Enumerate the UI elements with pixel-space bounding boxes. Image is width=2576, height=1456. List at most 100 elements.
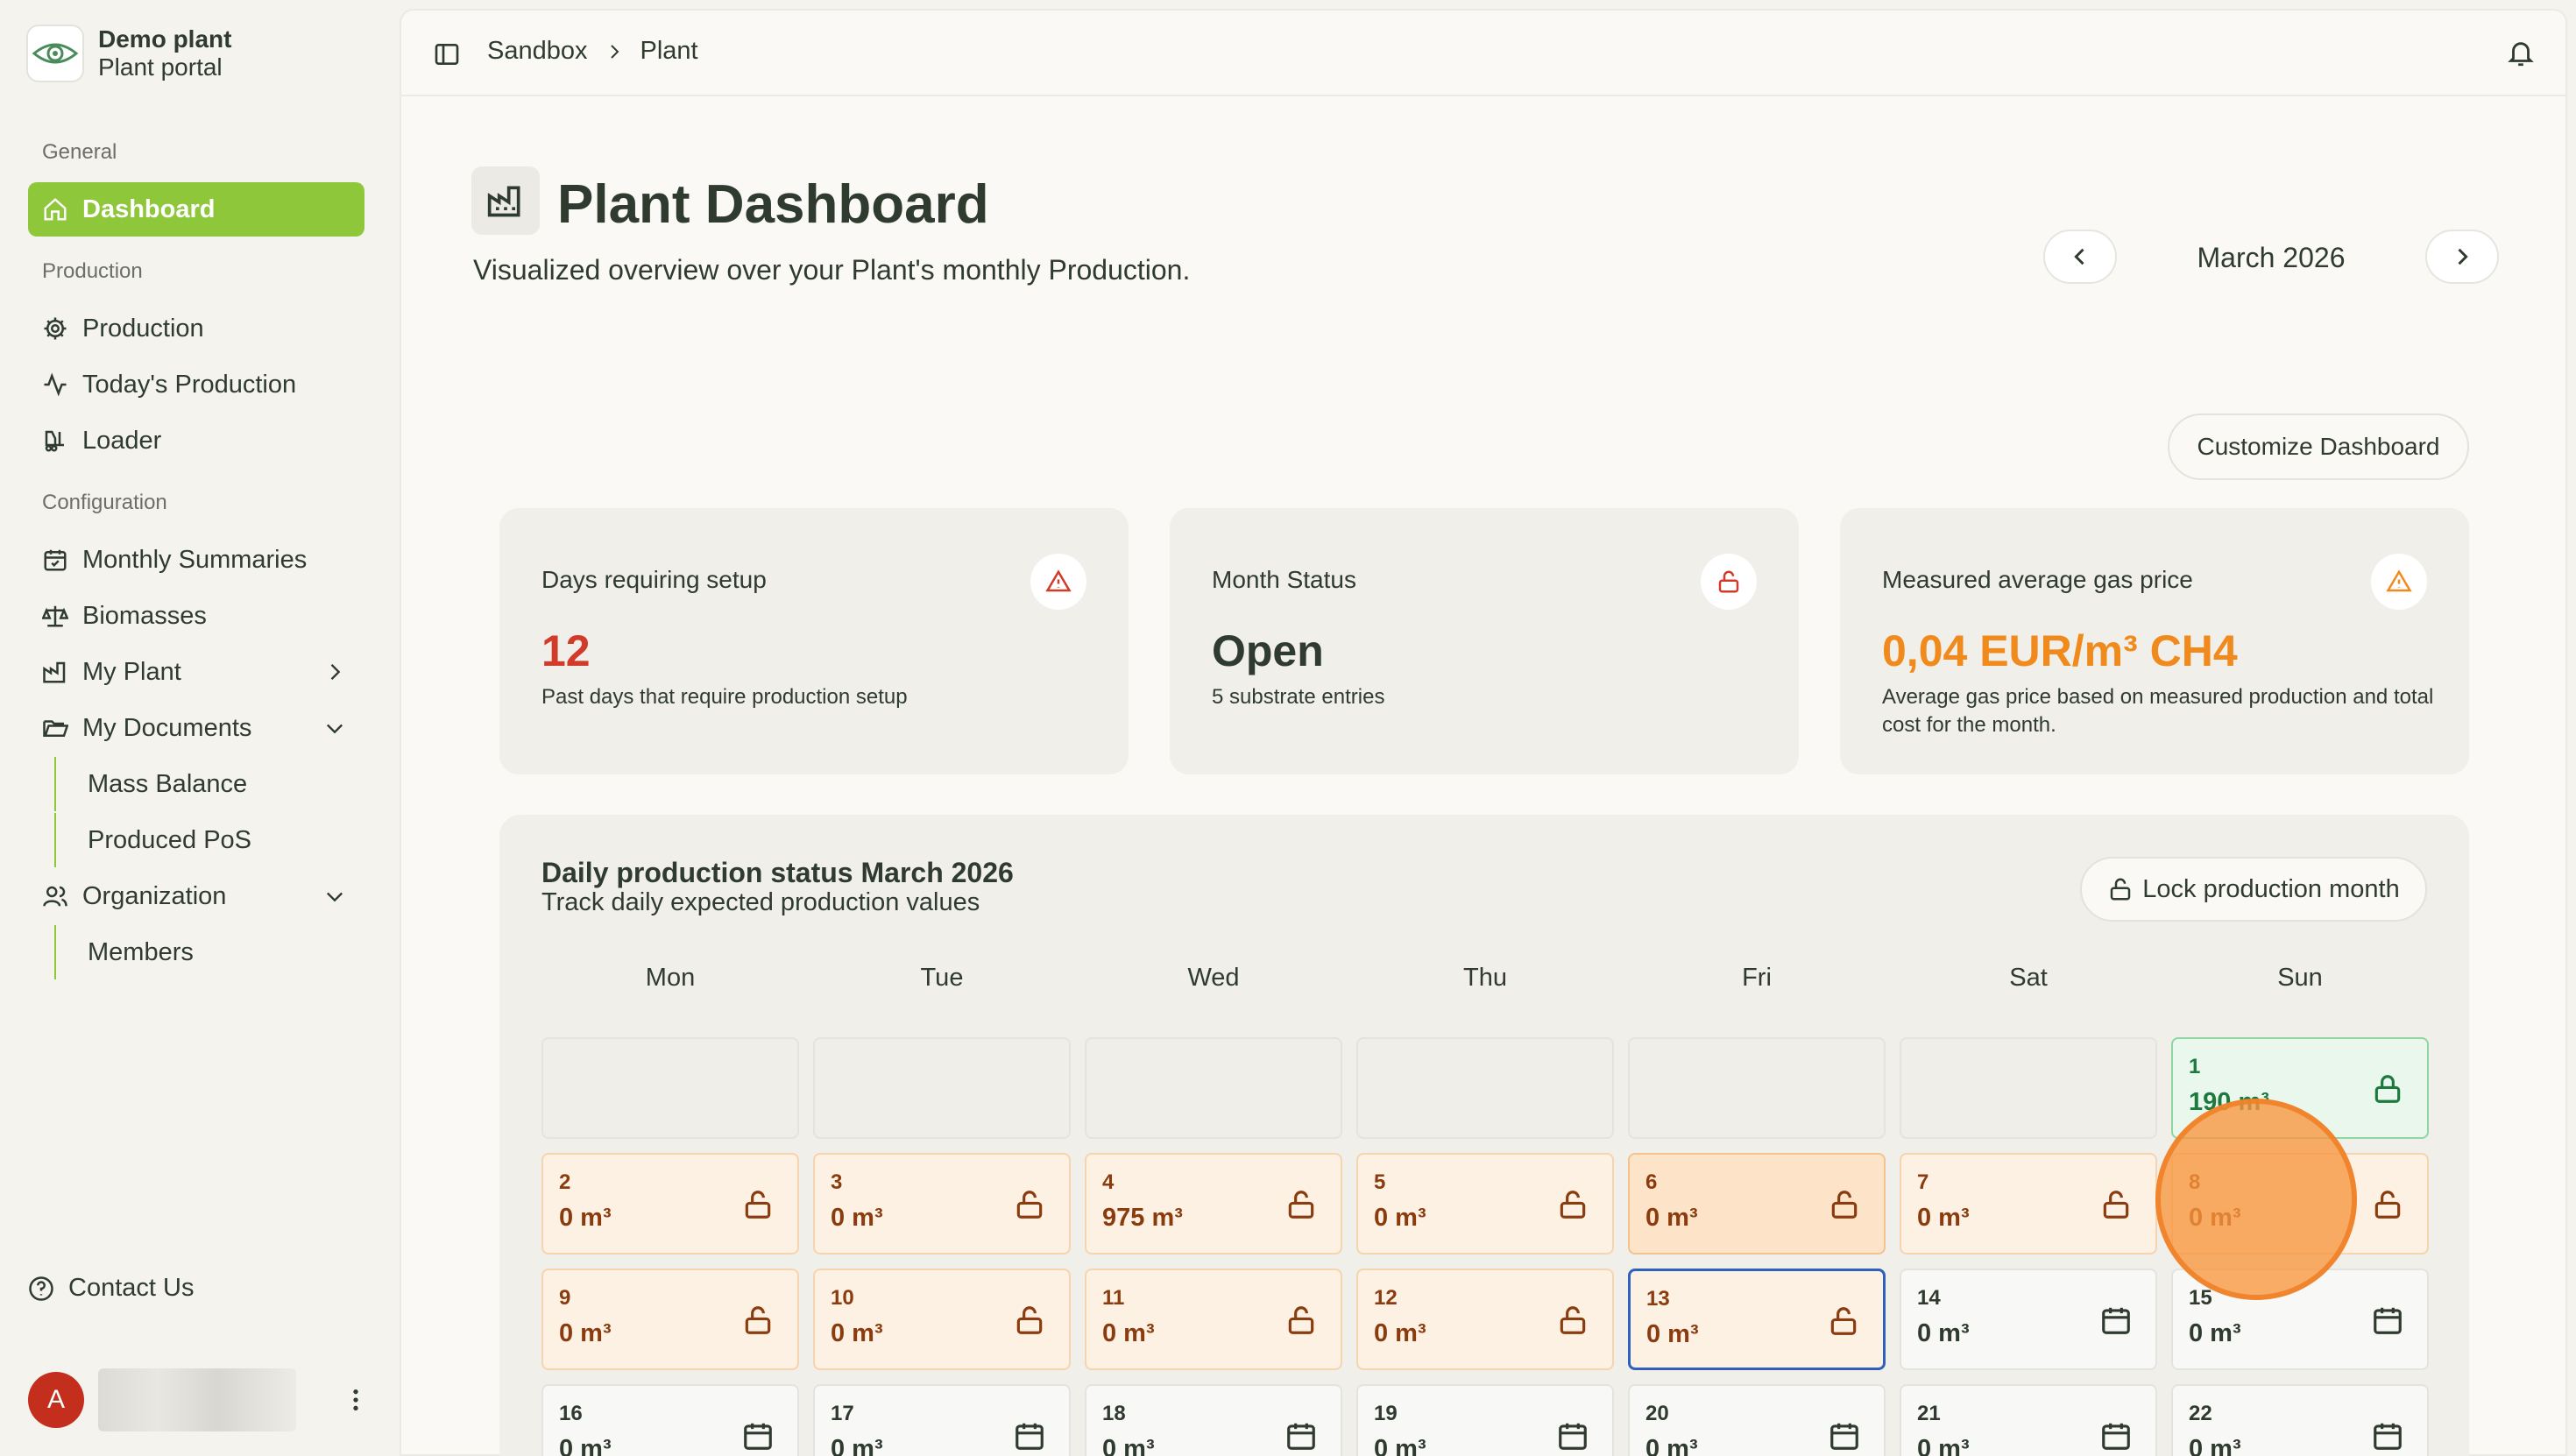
lock-icon[interactable] (2371, 1072, 2404, 1106)
day-number: 3 (831, 1170, 843, 1194)
unlock-icon[interactable] (1284, 1188, 1318, 1221)
card-title: Month Status (1212, 566, 1356, 593)
day-number: 4 (1102, 1170, 1115, 1194)
day-number: 1 (2189, 1055, 2201, 1078)
day-number: 19 (1374, 1402, 1398, 1425)
calendar-day-cell[interactable]: 18 0 m³ (1085, 1384, 1342, 1456)
unlock-icon[interactable] (2371, 1188, 2404, 1221)
calendar-day-cell[interactable]: 12 0 m³ (1356, 1269, 1614, 1370)
calendar-day-cell[interactable]: 11 0 m³ (1085, 1269, 1342, 1370)
sidebar-item-organization[interactable]: Organization (28, 869, 364, 923)
weekday-label: Sun (2277, 964, 2323, 992)
calendar-day-cell[interactable]: 9 0 m³ (541, 1269, 799, 1370)
contact-label: Contact Us (68, 1274, 195, 1302)
chevron-down-icon (327, 892, 343, 902)
brand-subtitle: Plant portal (98, 53, 223, 81)
lock-production-month-button[interactable]: Lock production month (2080, 857, 2427, 922)
unlock-icon[interactable] (1556, 1188, 1589, 1221)
alert-triangle-icon (1030, 554, 1086, 610)
sidebar-item-my-documents[interactable]: My Documents (28, 701, 364, 755)
card-description: 5 substrate entries (1212, 685, 1385, 709)
calendar-icon[interactable] (1013, 1419, 1046, 1452)
day-number: 16 (559, 1402, 583, 1425)
calendar-day-cell[interactable]: 1 190 m³ (2171, 1037, 2429, 1139)
unlock-icon[interactable] (1828, 1188, 1861, 1221)
calendar-day-cell[interactable]: 4 975 m³ (1085, 1153, 1342, 1255)
calendar-day-cell[interactable]: 6 0 m³ (1628, 1153, 1886, 1255)
calendar-day-cell[interactable]: 2 0 m³ (541, 1153, 799, 1255)
day-number: 5 (1374, 1170, 1386, 1194)
calendar-day-cell[interactable]: 20 0 m³ (1628, 1384, 1886, 1456)
calendar-day-cell[interactable]: 14 0 m³ (1900, 1269, 2157, 1370)
calendar-icon[interactable] (2099, 1304, 2133, 1337)
gear-icon (44, 317, 67, 340)
sidebar-item-biomasses[interactable]: Biomasses (28, 589, 364, 643)
sidebar-item-monthly-summaries[interactable]: Monthly Summaries (28, 533, 364, 587)
day-volume: 0 m³ (831, 1204, 883, 1232)
unlock-icon[interactable] (1556, 1304, 1589, 1337)
contact-us-link[interactable]: Contact Us (28, 1274, 194, 1303)
calendar-empty-cell (541, 1037, 799, 1139)
sidebar-item-members[interactable]: Members (54, 925, 364, 979)
prev-month-button[interactable] (2043, 230, 2117, 284)
weekday-label: Tue (920, 964, 964, 992)
calendar-day-cell[interactable]: 22 0 m³ (2171, 1384, 2429, 1456)
unlock-icon[interactable] (1827, 1304, 1860, 1338)
day-volume: 0 m³ (1374, 1204, 1426, 1232)
unlock-icon[interactable] (2099, 1188, 2133, 1221)
calendar-day-cell[interactable]: 5 0 m³ (1356, 1153, 1614, 1255)
calendar-icon[interactable] (1284, 1419, 1318, 1452)
calendar-day-cell[interactable]: 16 0 m³ (541, 1384, 799, 1456)
brand[interactable]: Demo plant Plant portal (26, 25, 231, 82)
calendar-day-cell[interactable]: 13 0 m³ (1628, 1269, 1886, 1370)
calendar-icon[interactable] (1828, 1419, 1861, 1452)
bell-icon[interactable] (2506, 39, 2536, 68)
sidebar-item-production[interactable]: Production (28, 301, 364, 356)
unlock-icon[interactable] (741, 1304, 775, 1337)
activity-icon (44, 372, 67, 397)
day-volume: 0 m³ (1374, 1435, 1426, 1456)
day-number: 20 (1645, 1402, 1669, 1425)
calendar-day-cell[interactable]: 10 0 m³ (813, 1269, 1071, 1370)
unlock-icon[interactable] (1013, 1188, 1046, 1221)
sidebar-item-label: My Plant (82, 657, 181, 686)
calendar-day-cell[interactable]: 17 0 m³ (813, 1384, 1071, 1456)
avatar[interactable]: A (28, 1372, 84, 1428)
calendar-day-cell[interactable]: 19 0 m³ (1356, 1384, 1614, 1456)
calendar-day-cell[interactable]: 15 0 m³ (2171, 1269, 2429, 1370)
calendar-icon[interactable] (2099, 1419, 2133, 1452)
page-title: Plant Dashboard (557, 174, 989, 235)
calendar-icon[interactable] (741, 1419, 775, 1452)
unlock-icon[interactable] (1284, 1304, 1318, 1337)
day-volume: 0 m³ (559, 1435, 612, 1456)
calendar-day-cell[interactable]: 8 0 m³ (2171, 1153, 2429, 1255)
sidebar-item-my-plant[interactable]: My Plant (28, 645, 364, 699)
calendar-day-cell[interactable]: 7 0 m³ (1900, 1153, 2157, 1255)
calendar-day-cell[interactable]: 21 0 m³ (1900, 1384, 2157, 1456)
sidebar-toggle-icon[interactable] (433, 40, 461, 68)
user-menu[interactable]: A (28, 1368, 370, 1431)
unlock-icon[interactable] (741, 1188, 775, 1221)
sidebar-item-dashboard[interactable]: Dashboard (28, 182, 364, 237)
sidebar-item-mass-balance[interactable]: Mass Balance (54, 757, 364, 811)
day-volume: 0 m³ (2189, 1435, 2241, 1456)
calendar-icon[interactable] (2371, 1304, 2404, 1337)
sidebar-item-produced-pos[interactable]: Produced PoS (54, 813, 364, 867)
day-number: 2 (559, 1170, 571, 1194)
sidebar-item-loader[interactable]: Loader (28, 413, 364, 468)
chevron-right-icon (610, 44, 619, 59)
calendar-icon[interactable] (1556, 1419, 1589, 1452)
unlock-icon[interactable] (1013, 1304, 1046, 1337)
next-month-button[interactable] (2425, 230, 2499, 284)
day-volume: 0 m³ (1645, 1435, 1698, 1456)
calendar-day-cell[interactable]: 3 0 m³ (813, 1153, 1071, 1255)
sidebar-item-label: Biomasses (82, 601, 207, 630)
sidebar-item-todays-production[interactable]: Today's Production (28, 357, 364, 412)
breadcrumb-root[interactable]: Sandbox (487, 37, 588, 66)
gas-price-card: Measured average gas price 0,04 EUR/m³ C… (1840, 508, 2469, 774)
more-vertical-icon[interactable] (342, 1386, 370, 1414)
calendar-icon[interactable] (2371, 1419, 2404, 1452)
day-volume: 0 m³ (1917, 1204, 1970, 1232)
home-icon (44, 198, 67, 221)
customize-dashboard-button[interactable]: Customize Dashboard (2168, 413, 2469, 480)
